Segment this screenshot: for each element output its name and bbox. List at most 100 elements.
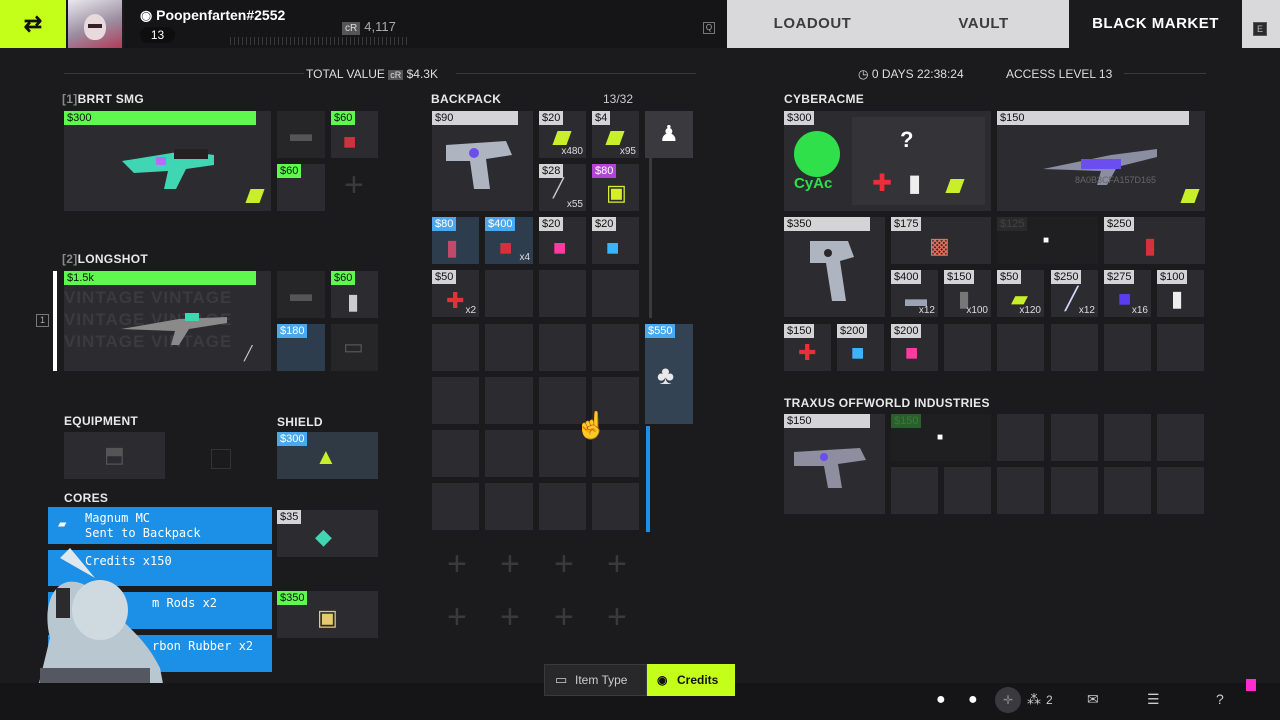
backpack-item-implant[interactable]: $400 ■ x4 xyxy=(485,217,533,264)
price-tag: $400 xyxy=(891,270,922,284)
market-item-250[interactable]: $250 ▮ xyxy=(1104,217,1205,264)
price-tag: $550 xyxy=(645,324,676,338)
market-item[interactable]: $200 ■ xyxy=(837,324,884,371)
social-icon-1[interactable]: ● xyxy=(936,691,946,709)
backpack-side-item[interactable]: $550 ♣ xyxy=(645,324,693,424)
mod-slot-empty[interactable]: ▬ xyxy=(277,271,325,318)
tab-vault[interactable]: VAULT xyxy=(898,0,1069,48)
mod-slot-2[interactable]: $180 xyxy=(277,324,325,371)
mod-slot-2[interactable]: $60 xyxy=(277,164,325,211)
mod-slot-empty[interactable]: ▭ xyxy=(331,324,378,371)
core-slot-2[interactable]: $350 ▣ xyxy=(277,591,378,638)
backpack-empty-slot[interactable] xyxy=(485,270,533,317)
mod-slot-1[interactable]: $60 ▮ xyxy=(331,271,378,318)
scroll-track[interactable] xyxy=(649,158,652,318)
backpack-item-syringe[interactable]: $28 ╱ x55 xyxy=(539,164,586,211)
backpack-empty-slot[interactable] xyxy=(539,324,586,371)
mail-icon[interactable]: ✉ xyxy=(1087,691,1099,708)
person-icon: ♟ xyxy=(659,121,679,146)
squad-icon[interactable]: ⁂ xyxy=(1027,691,1041,708)
market-empty-slot[interactable] xyxy=(1104,324,1151,371)
tab-loadout[interactable]: LOADOUT xyxy=(727,0,898,48)
market-empty-slot[interactable] xyxy=(1104,414,1151,461)
empty-slot-plus-icon: + xyxy=(554,545,574,583)
shield-slot[interactable]: $300 ▲ xyxy=(277,432,378,479)
help-icon[interactable]: ? xyxy=(1216,691,1224,707)
weapon-slot-brrt-smg[interactable]: $300 xyxy=(64,111,271,211)
price-tag: $150 xyxy=(784,324,815,338)
item-qty: x4 xyxy=(519,252,530,263)
market-item[interactable]: $250 ╱ x12 xyxy=(1051,270,1098,317)
market-empty-slot[interactable] xyxy=(891,467,938,514)
market-item[interactable]: $100 ▮ xyxy=(1157,270,1204,317)
key-hint-q: Q xyxy=(703,22,715,34)
market-item[interactable]: $400 ▬ x12 xyxy=(891,270,938,317)
market-item[interactable]: $50 ▰ x120 xyxy=(997,270,1044,317)
sort-item-type-button[interactable]: ▭ Item Type xyxy=(544,664,647,696)
backpack-empty-slot[interactable] xyxy=(592,324,639,371)
backpack-item-blue[interactable]: $20 ■ xyxy=(592,217,639,264)
market-empty-slot[interactable] xyxy=(1104,467,1151,514)
weapon-slot-longshot[interactable]: VINTAGE VINTAGE VINTAGE VINTAGE VINTAGE … xyxy=(64,271,271,371)
core-slot-1[interactable]: $35 ◆ xyxy=(277,510,378,557)
market-empty-slot[interactable] xyxy=(1157,414,1204,461)
mod-slot-empty[interactable]: ▬ xyxy=(277,111,325,158)
backpack-empty-slot[interactable] xyxy=(485,324,533,371)
market-item[interactable]: $200 ■ xyxy=(891,324,938,371)
backpack-item-armor[interactable]: $80 ▣ xyxy=(592,164,639,211)
market-item-175[interactable]: $175 ▩ xyxy=(891,217,991,264)
tab-black-market[interactable]: BLACK MARKET xyxy=(1069,0,1242,48)
market-empty-slot[interactable] xyxy=(1157,324,1204,371)
market-empty-slot[interactable] xyxy=(1051,414,1098,461)
market-item-pistol[interactable]: $350 xyxy=(784,217,885,317)
market-empty-slot[interactable] xyxy=(997,467,1044,514)
avatar[interactable] xyxy=(68,0,124,48)
backpack-empty-slot[interactable] xyxy=(539,270,586,317)
social-icon-2[interactable]: ● xyxy=(968,691,978,709)
settings-dial-icon[interactable]: ✛ xyxy=(995,687,1021,713)
market-empty-slot[interactable] xyxy=(1051,324,1098,371)
sort-credits-button[interactable]: ◉ Credits xyxy=(647,664,735,696)
backpack-item-ammo[interactable]: $20 x480 xyxy=(539,111,586,158)
market-empty-slot[interactable] xyxy=(997,324,1044,371)
market-item[interactable]: $150 ✚ xyxy=(784,324,831,371)
market-empty-slot[interactable] xyxy=(944,324,991,371)
total-amount: $4.3K xyxy=(406,67,438,81)
mod-slot-1[interactable]: $60 ■ xyxy=(331,111,378,158)
backpack-item-ammo[interactable]: $4 x95 xyxy=(592,111,639,158)
market-item[interactable]: $275 ■ x16 xyxy=(1104,270,1151,317)
market-empty-slot[interactable] xyxy=(1051,467,1098,514)
key-hint-e: E xyxy=(1253,22,1267,36)
swap-icon[interactable]: ⇄ xyxy=(0,0,66,48)
backpack-empty-slot[interactable] xyxy=(539,483,586,530)
backpack-item-medkit[interactable]: $50 ✚ x2 xyxy=(432,270,479,317)
backpack-empty-slot[interactable] xyxy=(592,270,639,317)
backpack-empty-slot[interactable] xyxy=(432,377,479,424)
backpack-item-pink[interactable]: $20 ■ xyxy=(539,217,586,264)
medkit-icon: ✚ xyxy=(872,170,893,197)
market-traxus-pistol[interactable]: $150 xyxy=(784,414,885,514)
core-icon: ▣ xyxy=(317,605,338,630)
market-featured-rifle[interactable]: $150 8A0B3CFA157D165 xyxy=(997,111,1205,211)
backpack-empty-slot[interactable] xyxy=(432,324,479,371)
backpack-item-gun[interactable]: $90 xyxy=(432,111,533,211)
eye-icon: ◉ xyxy=(657,673,668,687)
backpack-item-module[interactable]: $80 ▮ xyxy=(432,217,479,264)
backpack-empty-slot[interactable] xyxy=(485,430,533,477)
backpack-empty-slot[interactable] xyxy=(485,483,533,530)
backpack-empty-slot[interactable] xyxy=(432,430,479,477)
menu-icon[interactable]: ☰ xyxy=(1147,691,1160,708)
mystery-box[interactable]: ? ✚ ▮ xyxy=(852,117,985,205)
market-empty-slot[interactable] xyxy=(997,414,1044,461)
gun-icon: ▰ xyxy=(58,516,67,532)
equipment-slot[interactable]: ⬒ xyxy=(64,432,165,479)
character-slot[interactable]: ♟ xyxy=(645,111,693,158)
backpack-empty-slot[interactable] xyxy=(432,483,479,530)
scrollbar[interactable] xyxy=(646,426,650,532)
market-item[interactable]: $150 ▮ x100 xyxy=(944,270,991,317)
backpack-empty-slot[interactable] xyxy=(592,483,639,530)
add-mod-plus-icon[interactable]: + xyxy=(344,168,364,202)
market-empty-slot[interactable] xyxy=(1157,467,1204,514)
market-empty-slot[interactable] xyxy=(944,467,991,514)
backpack-empty-slot[interactable] xyxy=(485,377,533,424)
